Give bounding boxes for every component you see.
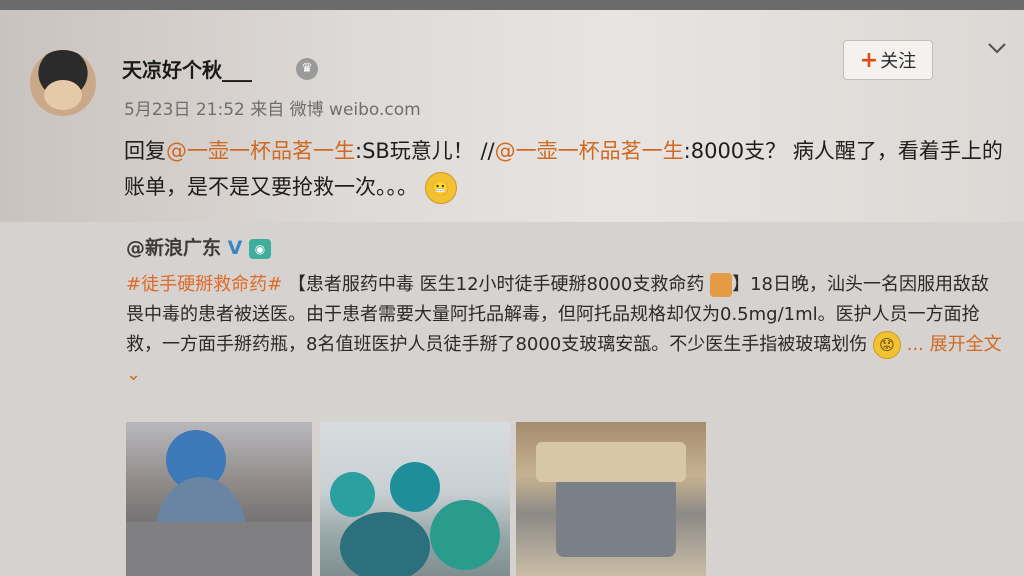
mention-link-2[interactable]: @一壶一杯品茗一生 <box>495 139 684 163</box>
repost-text: #徒手硬掰救命药# 【患者服药中毒 医生12小时徒手硬掰8000支救命药 】18… <box>126 273 1002 385</box>
chevron-down-icon[interactable] <box>985 36 1009 60</box>
plus-icon: + <box>859 47 879 73</box>
reply-text: 回复@一壶一杯品茗一生:SB玩意儿！ //@一壶一杯品茗一生:8000支？ 病人… <box>124 133 1004 205</box>
repost-photo-3[interactable] <box>516 422 706 576</box>
username[interactable]: 天凉好个秋___ <box>122 54 252 83</box>
worried-emoji-icon: 😟 <box>873 331 901 359</box>
grimace-emoji-icon: 😬 <box>424 172 457 204</box>
post-meta: 5月23日 21:52 来自 微博 weibo.com <box>124 100 421 120</box>
verified-icon: V <box>227 237 243 259</box>
repost-user[interactable]: @新浪广东 V ◉ <box>126 233 271 260</box>
avatar[interactable] <box>30 50 96 116</box>
top-bar <box>0 0 1024 10</box>
topic-tag[interactable]: #徒手硬掰救命药# <box>126 274 282 295</box>
crown-icon: ♛ <box>296 58 318 80</box>
follow-button[interactable]: + 关注 <box>843 40 933 80</box>
camera-icon: ◉ <box>248 238 271 259</box>
thumbs-up-icon <box>710 273 733 297</box>
mention-link-1[interactable]: @一壶一杯品茗一生 <box>166 139 355 163</box>
repost-photo-1[interactable] <box>126 422 312 576</box>
repost-photo-2[interactable] <box>320 422 510 576</box>
follow-label: 关注 <box>880 51 917 72</box>
